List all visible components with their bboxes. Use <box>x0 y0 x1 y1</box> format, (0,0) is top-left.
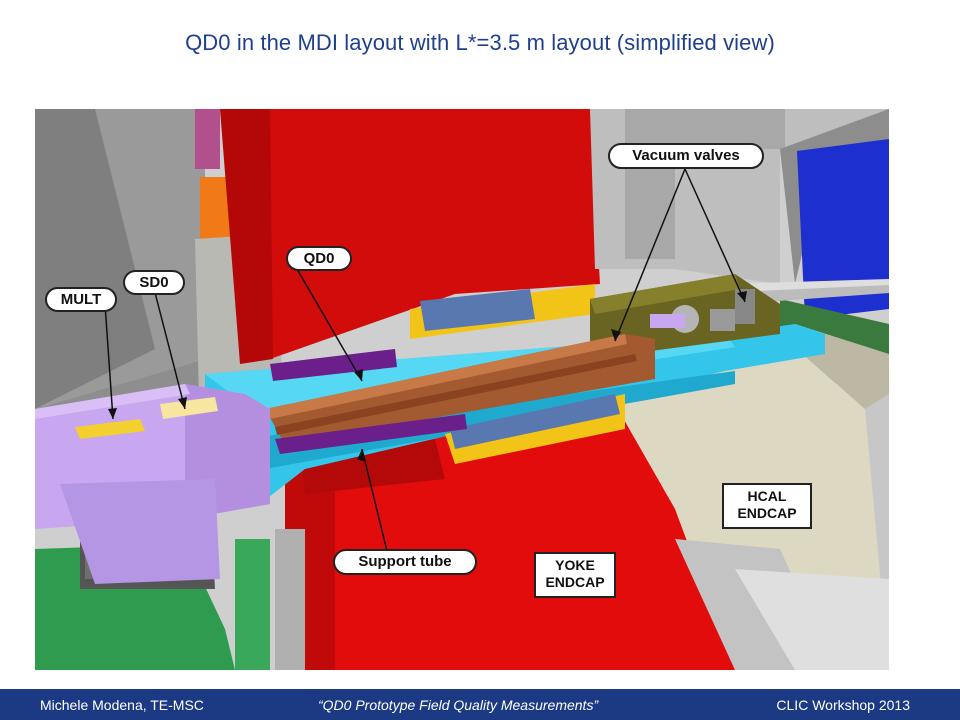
label-sd0: SD0 <box>123 270 185 295</box>
label-mult: MULT <box>45 287 117 312</box>
label-hcal-endcap: HCAL ENDCAP <box>722 483 812 529</box>
yoke-line-2: ENDCAP <box>545 574 605 590</box>
label-vacuum-valves: Vacuum valves <box>608 143 764 169</box>
yoke-line-1: YOKE <box>555 557 595 573</box>
footer-bar: Michele Modena, TE-MSC “QD0 Prototype Fi… <box>0 689 960 720</box>
mdi-layout-figure: Vacuum valves QD0 SD0 MULT Support tube … <box>35 109 889 670</box>
label-support-tube: Support tube <box>333 549 477 575</box>
label-yoke-endcap: YOKE ENDCAP <box>534 552 616 598</box>
footer-talk-title: “QD0 Prototype Field Quality Measurement… <box>318 697 599 713</box>
label-qd0: QD0 <box>286 246 352 271</box>
mdi-cad-render <box>35 109 889 670</box>
hcal-line-1: HCAL <box>747 488 787 504</box>
hcal-line-2: ENDCAP <box>737 505 797 521</box>
footer-event: CLIC Workshop 2013 <box>776 697 910 713</box>
pink-strip <box>195 109 220 169</box>
footer-author: Michele Modena, TE-MSC <box>40 697 204 713</box>
slide-title: QD0 in the MDI layout with L*=3.5 m layo… <box>185 30 775 55</box>
